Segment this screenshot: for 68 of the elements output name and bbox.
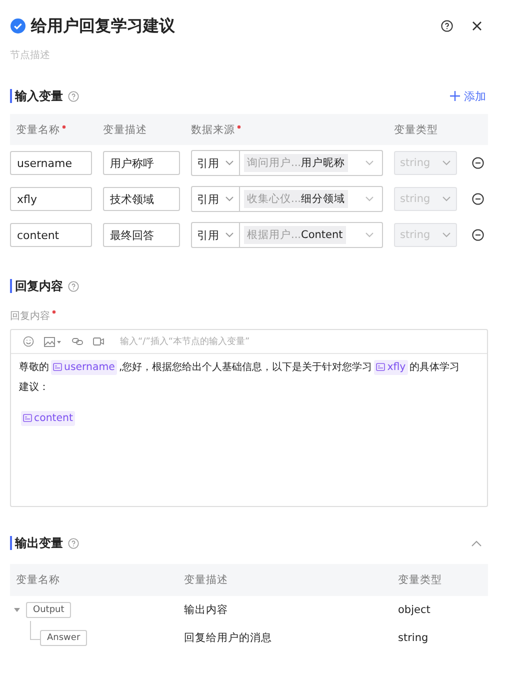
table-cell-text: 回复给用户的消息	[184, 631, 273, 645]
column-header: 数据来源	[191, 122, 235, 136]
section-title: 回复内容	[15, 278, 63, 294]
editor-text: 尊敬的	[19, 362, 49, 373]
variable-icon	[53, 363, 62, 371]
chevron-down-icon	[442, 160, 451, 166]
variable-description-field[interactable]: 用户称呼	[103, 151, 180, 175]
video-icon[interactable]	[93, 337, 104, 346]
column-header: 变量描述	[184, 573, 229, 587]
variable-description-field[interactable]: 技术领域	[103, 187, 180, 211]
node-title: 给用户回复学习建议	[31, 16, 175, 36]
source-mode-select[interactable]: 引用	[191, 222, 240, 248]
editor-text: 建议：	[19, 382, 49, 393]
column-header: 变量名称	[16, 573, 61, 587]
table-cell-text: string	[398, 632, 430, 644]
reference-value: 根据用户...Content	[244, 226, 346, 244]
column-header: 变量类型	[398, 573, 443, 587]
variable-name-field[interactable]: content	[10, 223, 92, 247]
chevron-down-icon	[442, 232, 451, 238]
close-icon[interactable]	[472, 21, 482, 31]
chevron-down-icon	[225, 196, 234, 202]
remove-icon[interactable]	[472, 229, 484, 241]
chevron-down-icon	[365, 196, 374, 202]
rich-text-editor[interactable]: 输入“/”插入“本节点的输入变量” 尊敬的 username ,您好，根据您给出个人基础信息，以下是关于针对您学习 xfly 的具体学习 建议： content	[10, 329, 488, 507]
reference-select[interactable]: 收集心仪...细分领域	[240, 186, 383, 212]
add-button[interactable]: 添加	[450, 88, 486, 104]
editor-placeholder: 输入“/”插入“本节点的输入变量”	[120, 336, 250, 348]
chevron-down-icon	[225, 160, 234, 166]
reference-value: 收集心仪...细分领域	[244, 190, 348, 208]
column-header: 变量描述	[103, 122, 147, 136]
section-title: 输入变量	[15, 88, 63, 104]
chevron-up-icon[interactable]	[471, 540, 482, 546]
section-title: 输出变量	[15, 534, 63, 552]
variable-name-field[interactable]: username	[10, 151, 92, 175]
help-icon[interactable]	[441, 20, 453, 32]
variable-tag[interactable]: xfly	[374, 360, 408, 375]
table-cell-text: 输出内容	[184, 603, 229, 617]
source-mode-select[interactable]: 引用	[191, 186, 240, 212]
emoji-icon[interactable]	[23, 336, 34, 347]
variable-name-tag: Output	[26, 602, 72, 618]
source-mode-select[interactable]: 引用	[191, 150, 240, 176]
tree-caret-icon[interactable]	[13, 607, 21, 613]
remove-icon[interactable]	[472, 193, 484, 205]
image-icon[interactable]	[44, 336, 62, 346]
variable-icon	[376, 363, 386, 371]
variable-tag[interactable]: username	[51, 360, 117, 375]
link-icon[interactable]	[72, 337, 83, 346]
editor-text: 的具体学习	[410, 362, 460, 373]
variable-description-field[interactable]: 最终回答	[103, 223, 180, 247]
verified-badge-icon	[10, 18, 26, 34]
variable-icon	[23, 414, 32, 422]
editor-text: ,您好，根据您给出个人基础信息，以下是关于针对您学习	[118, 362, 372, 373]
chevron-down-icon	[365, 160, 374, 166]
column-header: 变量类型	[394, 122, 438, 136]
table-cell-text: object	[398, 604, 432, 616]
column-header: 变量名称	[16, 122, 60, 136]
variable-name-field[interactable]: xfly	[10, 187, 92, 211]
variable-name-tag: Answer	[40, 630, 88, 646]
remove-icon[interactable]	[472, 157, 484, 169]
reference-select[interactable]: 询问用户...用户昵称	[240, 150, 383, 176]
plus-icon	[450, 91, 460, 101]
chevron-down-icon	[225, 232, 234, 238]
chevron-down-icon	[442, 196, 451, 202]
reference-value: 询问用户...用户昵称	[244, 154, 348, 172]
variable-tag[interactable]: content	[21, 411, 76, 426]
field-label: 回复内容	[10, 311, 50, 322]
chevron-down-icon	[365, 232, 374, 238]
reference-select[interactable]: 根据用户...Content	[240, 222, 383, 248]
